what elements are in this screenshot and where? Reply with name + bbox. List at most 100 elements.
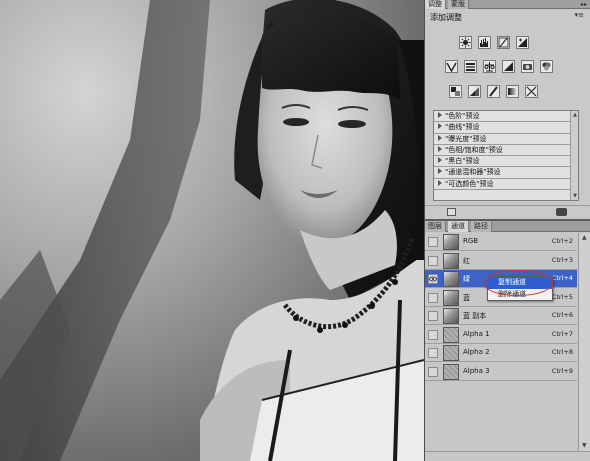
channel-thumbnail <box>443 289 459 306</box>
preset-label: "色阶"预设 <box>445 112 480 120</box>
channel-name: 绿 <box>463 275 470 283</box>
channel-name: 蓝 <box>463 293 470 302</box>
channels-panel: 图层 通道 路径 RGB Ctrl+2 红 Ctrl+3 绿 Ctrl+4 蓝 Ctrl+5 蓝… <box>425 219 590 461</box>
presets-scrollbar[interactable]: ▲ ▼ <box>570 111 578 200</box>
visibility-eye-icon[interactable] <box>428 274 438 284</box>
visibility-eye-icon[interactable] <box>428 329 438 340</box>
adjustment-presets-list: "色阶"预设 "曲线"预设 "曝光度"预设 "色相/饱和度"预设 "黑白"预设 … <box>433 110 579 201</box>
levels-icon[interactable] <box>478 36 491 49</box>
right-panels: 调整 蒙版 ▸▸ 添加调整 ▾≡ "色阶"预设 "曲线"预设 "曝光度"预设 "… <box>424 0 590 461</box>
channel-thumbnail <box>443 252 459 269</box>
channel-name: 红 <box>463 256 470 265</box>
channel-thumbnail <box>443 234 459 250</box>
threshold-icon[interactable] <box>487 85 500 98</box>
annotation-oval <box>483 270 553 296</box>
channel-shortcut: Ctrl+5 <box>551 292 573 301</box>
channel-shortcut: Ctrl+9 <box>551 366 573 375</box>
expand-triangle-icon[interactable] <box>438 168 442 175</box>
tab-layers[interactable]: 图层 <box>425 221 446 232</box>
channels-footer <box>425 451 590 461</box>
channel-row[interactable]: RGB Ctrl+2 <box>425 233 577 251</box>
channel-name: Alpha 2 <box>463 348 490 356</box>
expand-triangle-icon[interactable] <box>438 145 442 152</box>
vibrance-icon[interactable] <box>445 60 458 73</box>
channel-thumbnail <box>443 271 459 287</box>
preset-label: "色相/饱和度"预设 <box>445 145 503 154</box>
adjustment-icons-row-2 <box>445 60 553 73</box>
channel-name: Alpha 1 <box>463 329 490 338</box>
visibility-eye-icon[interactable] <box>428 255 438 266</box>
invert-icon[interactable] <box>449 85 462 98</box>
visibility-eye-icon[interactable] <box>428 348 438 358</box>
gradient-map-icon[interactable] <box>506 85 519 98</box>
scroll-up-icon[interactable]: ▲ <box>582 235 588 241</box>
channel-row[interactable]: 红 Ctrl+3 <box>425 252 577 270</box>
expand-triangle-icon[interactable] <box>438 179 442 186</box>
preset-item[interactable]: "色阶"预设 <box>434 111 578 123</box>
preset-item[interactable]: "曝光度"预设 <box>434 134 578 145</box>
channel-shortcut: Ctrl+6 <box>551 311 573 319</box>
tab-masks[interactable]: 蒙版 <box>448 0 469 9</box>
expand-triangle-icon[interactable] <box>438 123 442 130</box>
clip-to-layer-icon[interactable] <box>447 208 456 216</box>
tab-adjustments[interactable]: 调整 <box>425 0 446 9</box>
channel-row[interactable]: Alpha 3 Ctrl+9 <box>425 363 577 381</box>
scroll-down-icon[interactable]: ▼ <box>572 193 578 199</box>
brightness-contrast-icon[interactable] <box>459 36 472 49</box>
visibility-eye-icon[interactable] <box>428 237 438 247</box>
preset-item[interactable]: "可选颜色"预设 <box>434 179 578 191</box>
tab-channels[interactable]: 通道 <box>448 221 469 232</box>
adjustments-title: 添加调整 <box>430 13 462 22</box>
visibility-eye-icon[interactable] <box>428 311 438 321</box>
preset-label: "通道混和器"预设 <box>445 168 501 177</box>
expand-triangle-icon[interactable] <box>438 112 442 118</box>
hue-saturation-icon[interactable] <box>464 60 477 73</box>
channels-tabbar: 图层 通道 路径 <box>425 221 590 232</box>
scroll-down-icon[interactable]: ▼ <box>582 443 588 449</box>
tab-paths[interactable]: 路径 <box>471 221 492 232</box>
scroll-up-icon[interactable]: ▲ <box>572 112 578 118</box>
panel-menu-icon[interactable]: ▾≡ <box>575 11 584 19</box>
panel-collapse-icon[interactable]: ▸▸ <box>581 1 587 8</box>
expand-triangle-icon[interactable] <box>438 134 442 141</box>
preset-item[interactable]: "色相/饱和度"预设 <box>434 145 578 157</box>
channel-shortcut: Ctrl+8 <box>551 348 573 356</box>
channels-scrollbar[interactable]: ▲ ▼ <box>578 233 590 451</box>
channel-row[interactable]: 蓝 副本 Ctrl+6 <box>425 307 577 325</box>
image-canvas[interactable] <box>0 0 424 461</box>
preset-label: "曲线"预设 <box>445 123 480 132</box>
channel-name: RGB <box>463 237 479 245</box>
exposure-icon[interactable] <box>516 36 529 49</box>
channel-thumbnail <box>443 326 459 343</box>
posterize-icon[interactable] <box>468 85 481 98</box>
channel-name: 蓝 副本 <box>463 312 487 320</box>
expand-view-icon[interactable] <box>556 208 567 216</box>
visibility-eye-icon[interactable] <box>428 292 438 303</box>
preset-item[interactable]: "通道混和器"预设 <box>434 167 578 179</box>
channel-thumbnail <box>443 363 459 380</box>
selective-color-icon[interactable] <box>525 85 538 98</box>
channel-row[interactable]: Alpha 2 Ctrl+8 <box>425 344 577 362</box>
photo-filter-icon[interactable] <box>521 60 534 73</box>
adjustment-icons-row-3 <box>449 85 538 98</box>
portrait-photo <box>0 0 424 461</box>
channel-mixer-icon[interactable] <box>540 60 553 73</box>
channel-name: Alpha 3 <box>463 366 490 375</box>
adjustments-tabbar: 调整 蒙版 ▸▸ <box>425 0 590 9</box>
preset-item[interactable]: "黑白"预设 <box>434 156 578 168</box>
black-white-icon[interactable] <box>502 60 515 73</box>
color-balance-icon[interactable] <box>483 60 496 73</box>
channel-row[interactable]: Alpha 1 Ctrl+7 <box>425 326 577 344</box>
preset-item[interactable]: "曲线"预设 <box>434 122 578 134</box>
channel-thumbnail <box>443 345 459 361</box>
channel-shortcut: Ctrl+7 <box>551 329 573 338</box>
channel-shortcut: Ctrl+2 <box>551 237 573 245</box>
preset-label: "曝光度"预设 <box>445 134 487 143</box>
adjustments-footer <box>425 205 590 217</box>
expand-triangle-icon[interactable] <box>438 157 442 164</box>
channel-shortcut: Ctrl+4 <box>551 274 573 282</box>
curves-icon[interactable] <box>497 36 510 49</box>
visibility-eye-icon[interactable] <box>428 366 438 377</box>
preset-label: "黑白"预设 <box>445 157 480 166</box>
channel-thumbnail <box>443 308 459 324</box>
